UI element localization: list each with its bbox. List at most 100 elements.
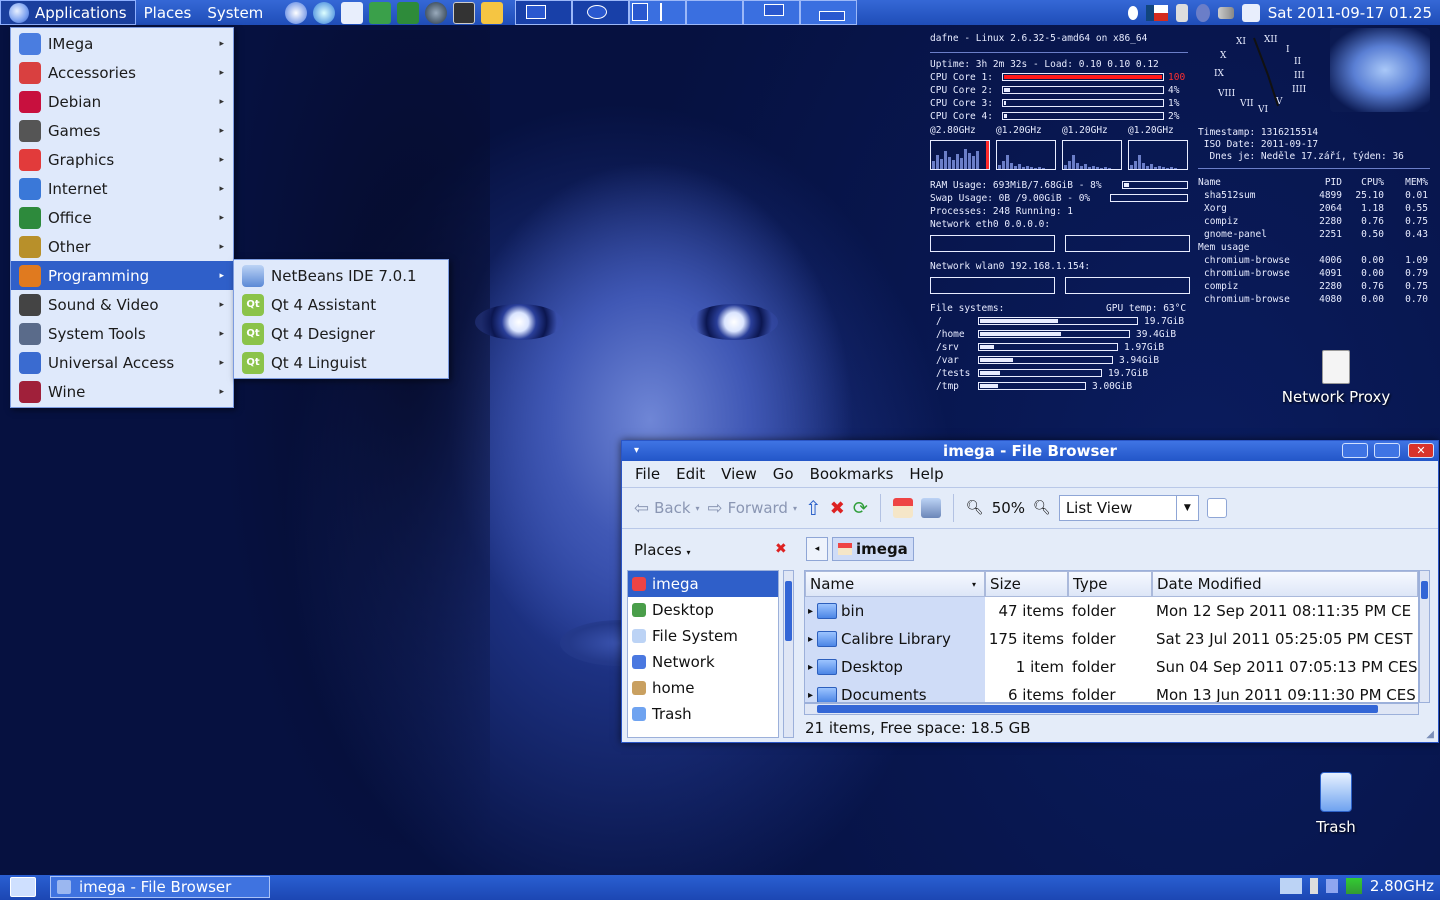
sidebar-item-file-system[interactable]: File System [628, 623, 778, 649]
zoom-out-icon[interactable]: 🔍︎ [966, 500, 984, 516]
menu-item-qt-assistant[interactable]: Qt Qt 4 Assistant [234, 290, 448, 319]
forward-button[interactable]: ⇨ Forward ▾ [708, 498, 797, 519]
menu-item-qt-linguist[interactable]: Qt Qt 4 Linguist [234, 348, 448, 377]
browser-launcher-icon[interactable] [285, 1, 308, 24]
table-row[interactable]: ▸ Desktop 1 item folder Sun 04 Sep 2011 07:0… [805, 653, 1418, 681]
back-history-dropdown-icon[interactable]: ▾ [696, 504, 700, 513]
network-monitor-icon[interactable] [1279, 878, 1302, 894]
menu-item-qt-designer[interactable]: Qt Qt 4 Designer [234, 319, 448, 348]
show-desktop-icon[interactable] [10, 877, 36, 897]
minimize-button[interactable] [1342, 443, 1368, 458]
taskbar-item-file-browser[interactable]: imega - File Browser [50, 876, 270, 898]
table-row[interactable]: ▸ Calibre Library 175 items folder Sat 23 Ju… [805, 625, 1418, 653]
menu-help[interactable]: Help [909, 465, 943, 483]
workspace-2[interactable] [572, 0, 630, 25]
column-header-name[interactable]: Name ▾ [805, 571, 985, 597]
column-header-date-modified[interactable]: Date Modified [1152, 571, 1418, 597]
menu-item-internet[interactable]: Internet ▸ [11, 174, 233, 203]
resize-grip-icon[interactable]: ◢ [1426, 729, 1434, 740]
keyboard-layout-flag-icon[interactable] [1145, 4, 1168, 21]
places-menu-button[interactable]: Places [136, 0, 200, 25]
forward-history-dropdown-icon[interactable]: ▾ [793, 504, 797, 513]
workspace-4[interactable] [686, 0, 744, 25]
view-mode-select[interactable]: List View ▼ [1058, 495, 1199, 521]
sidebar-item-trash[interactable]: Trash [628, 701, 778, 727]
sidebar-item-home[interactable]: home [628, 675, 778, 701]
menu-item-wine[interactable]: Wine ▸ [11, 377, 233, 406]
sidebar-scrollbar[interactable] [783, 570, 794, 738]
workspace-5[interactable] [743, 0, 801, 25]
menu-item-system-tools[interactable]: System Tools ▸ [11, 319, 233, 348]
menu-item-sound-video[interactable]: Sound & Video ▸ [11, 290, 233, 319]
home-icon[interactable] [892, 498, 913, 518]
eclipse-launcher-icon[interactable] [425, 1, 448, 24]
terminal-launcher-icon[interactable] [453, 1, 476, 24]
chromium-launcher-icon[interactable] [313, 1, 336, 24]
bluetooth-icon[interactable] [1195, 3, 1210, 22]
reload-icon[interactable]: ⟳ [853, 498, 868, 519]
workspace-1[interactable] [515, 0, 573, 25]
path-left-arrow[interactable]: ◂ [806, 537, 828, 561]
menu-bookmarks[interactable]: Bookmarks [810, 465, 894, 483]
desktop-icon-trash[interactable]: Trash [1306, 772, 1366, 836]
applications-menu-button[interactable]: Applications [0, 0, 136, 25]
menu-item-other[interactable]: Other ▸ [11, 232, 233, 261]
close-sidebar-icon[interactable]: ✖ [775, 541, 787, 557]
close-button[interactable]: ✕ [1408, 443, 1434, 458]
table-row[interactable]: ▸ bin 47 items folder Mon 12 Sep 2011 08:11:… [805, 597, 1418, 625]
security-icon[interactable] [1325, 879, 1338, 893]
menu-item-programming[interactable]: Programming ▸ [11, 261, 233, 290]
mail-launcher-icon[interactable] [341, 1, 364, 24]
sidebar-item-desktop[interactable]: Desktop [628, 597, 778, 623]
menu-item-netbeans[interactable]: NetBeans IDE 7.0.1 [234, 261, 448, 290]
menu-edit[interactable]: Edit [676, 465, 705, 483]
menu-item-office[interactable]: Office ▸ [11, 203, 233, 232]
workspace-6[interactable] [800, 0, 858, 25]
file-list-scrollbar[interactable] [1419, 570, 1430, 703]
stop-icon[interactable]: ✖ [830, 498, 845, 519]
music-icon[interactable] [1127, 5, 1138, 20]
sidebar-item-imega[interactable]: imega [628, 571, 778, 597]
zoom-level[interactable]: 50% [992, 499, 1025, 517]
expander-icon[interactable]: ▸ [808, 634, 813, 645]
cpu-frequency[interactable]: 2.80GHz [1370, 877, 1434, 895]
sidebar-item-network[interactable]: Network [628, 649, 778, 675]
clipboard-icon[interactable] [1241, 3, 1260, 22]
panel-clock[interactable]: Sat 2011-09-17 01.25 [1268, 4, 1432, 22]
expander-icon[interactable]: ▸ [808, 662, 813, 673]
path-button-imega[interactable]: imega [832, 537, 914, 561]
menu-item-graphics[interactable]: Graphics ▸ [11, 145, 233, 174]
search-icon[interactable] [1206, 498, 1227, 518]
column-header-type[interactable]: Type [1068, 571, 1152, 597]
usb-icon[interactable] [1309, 878, 1318, 894]
workspace-3[interactable] [629, 0, 687, 25]
places-dropdown[interactable]: Places ▾ [634, 541, 691, 559]
system-menu-button[interactable]: System [199, 0, 271, 25]
up-arrow-icon[interactable]: ⇧ [805, 496, 822, 520]
column-header-size[interactable]: Size [985, 571, 1068, 597]
menu-item-universal-access[interactable]: Universal Access ▸ [11, 348, 233, 377]
table-row[interactable]: ▸ Documents 6 items folder Mon 13 Jun 2011 0… [805, 681, 1418, 702]
folder-launcher-icon[interactable] [481, 1, 504, 24]
computer-icon[interactable] [920, 498, 941, 518]
wifi-signal-icon[interactable] [1217, 6, 1234, 19]
expander-icon[interactable]: ▸ [808, 606, 813, 617]
back-button[interactable]: ⇦ Back ▾ [634, 498, 700, 519]
volume-icon[interactable] [1175, 3, 1188, 22]
menu-go[interactable]: Go [773, 465, 794, 483]
zoom-in-icon[interactable]: 🔍︎ [1033, 500, 1051, 516]
file-list-hscrollbar[interactable] [804, 703, 1419, 715]
menu-view[interactable]: View [721, 465, 757, 483]
menu-item-imega[interactable]: IMega ▸ [11, 29, 233, 58]
menu-item-accessories[interactable]: Accessories ▸ [11, 58, 233, 87]
expander-icon[interactable]: ▸ [808, 690, 813, 701]
vim-launcher-icon[interactable] [397, 1, 420, 24]
cpu-freq-icon[interactable] [1345, 878, 1362, 894]
menu-file[interactable]: File [635, 465, 660, 483]
tools-launcher-icon[interactable] [369, 1, 392, 24]
window-menu-icon[interactable]: ▾ [634, 441, 639, 461]
menu-item-debian[interactable]: Debian ▸ [11, 87, 233, 116]
menu-item-games[interactable]: Games ▸ [11, 116, 233, 145]
desktop-icon-network-proxy[interactable]: Network Proxy [1278, 350, 1394, 406]
window-titlebar[interactable]: ▾ imega - File Browser ✕ [622, 441, 1438, 461]
